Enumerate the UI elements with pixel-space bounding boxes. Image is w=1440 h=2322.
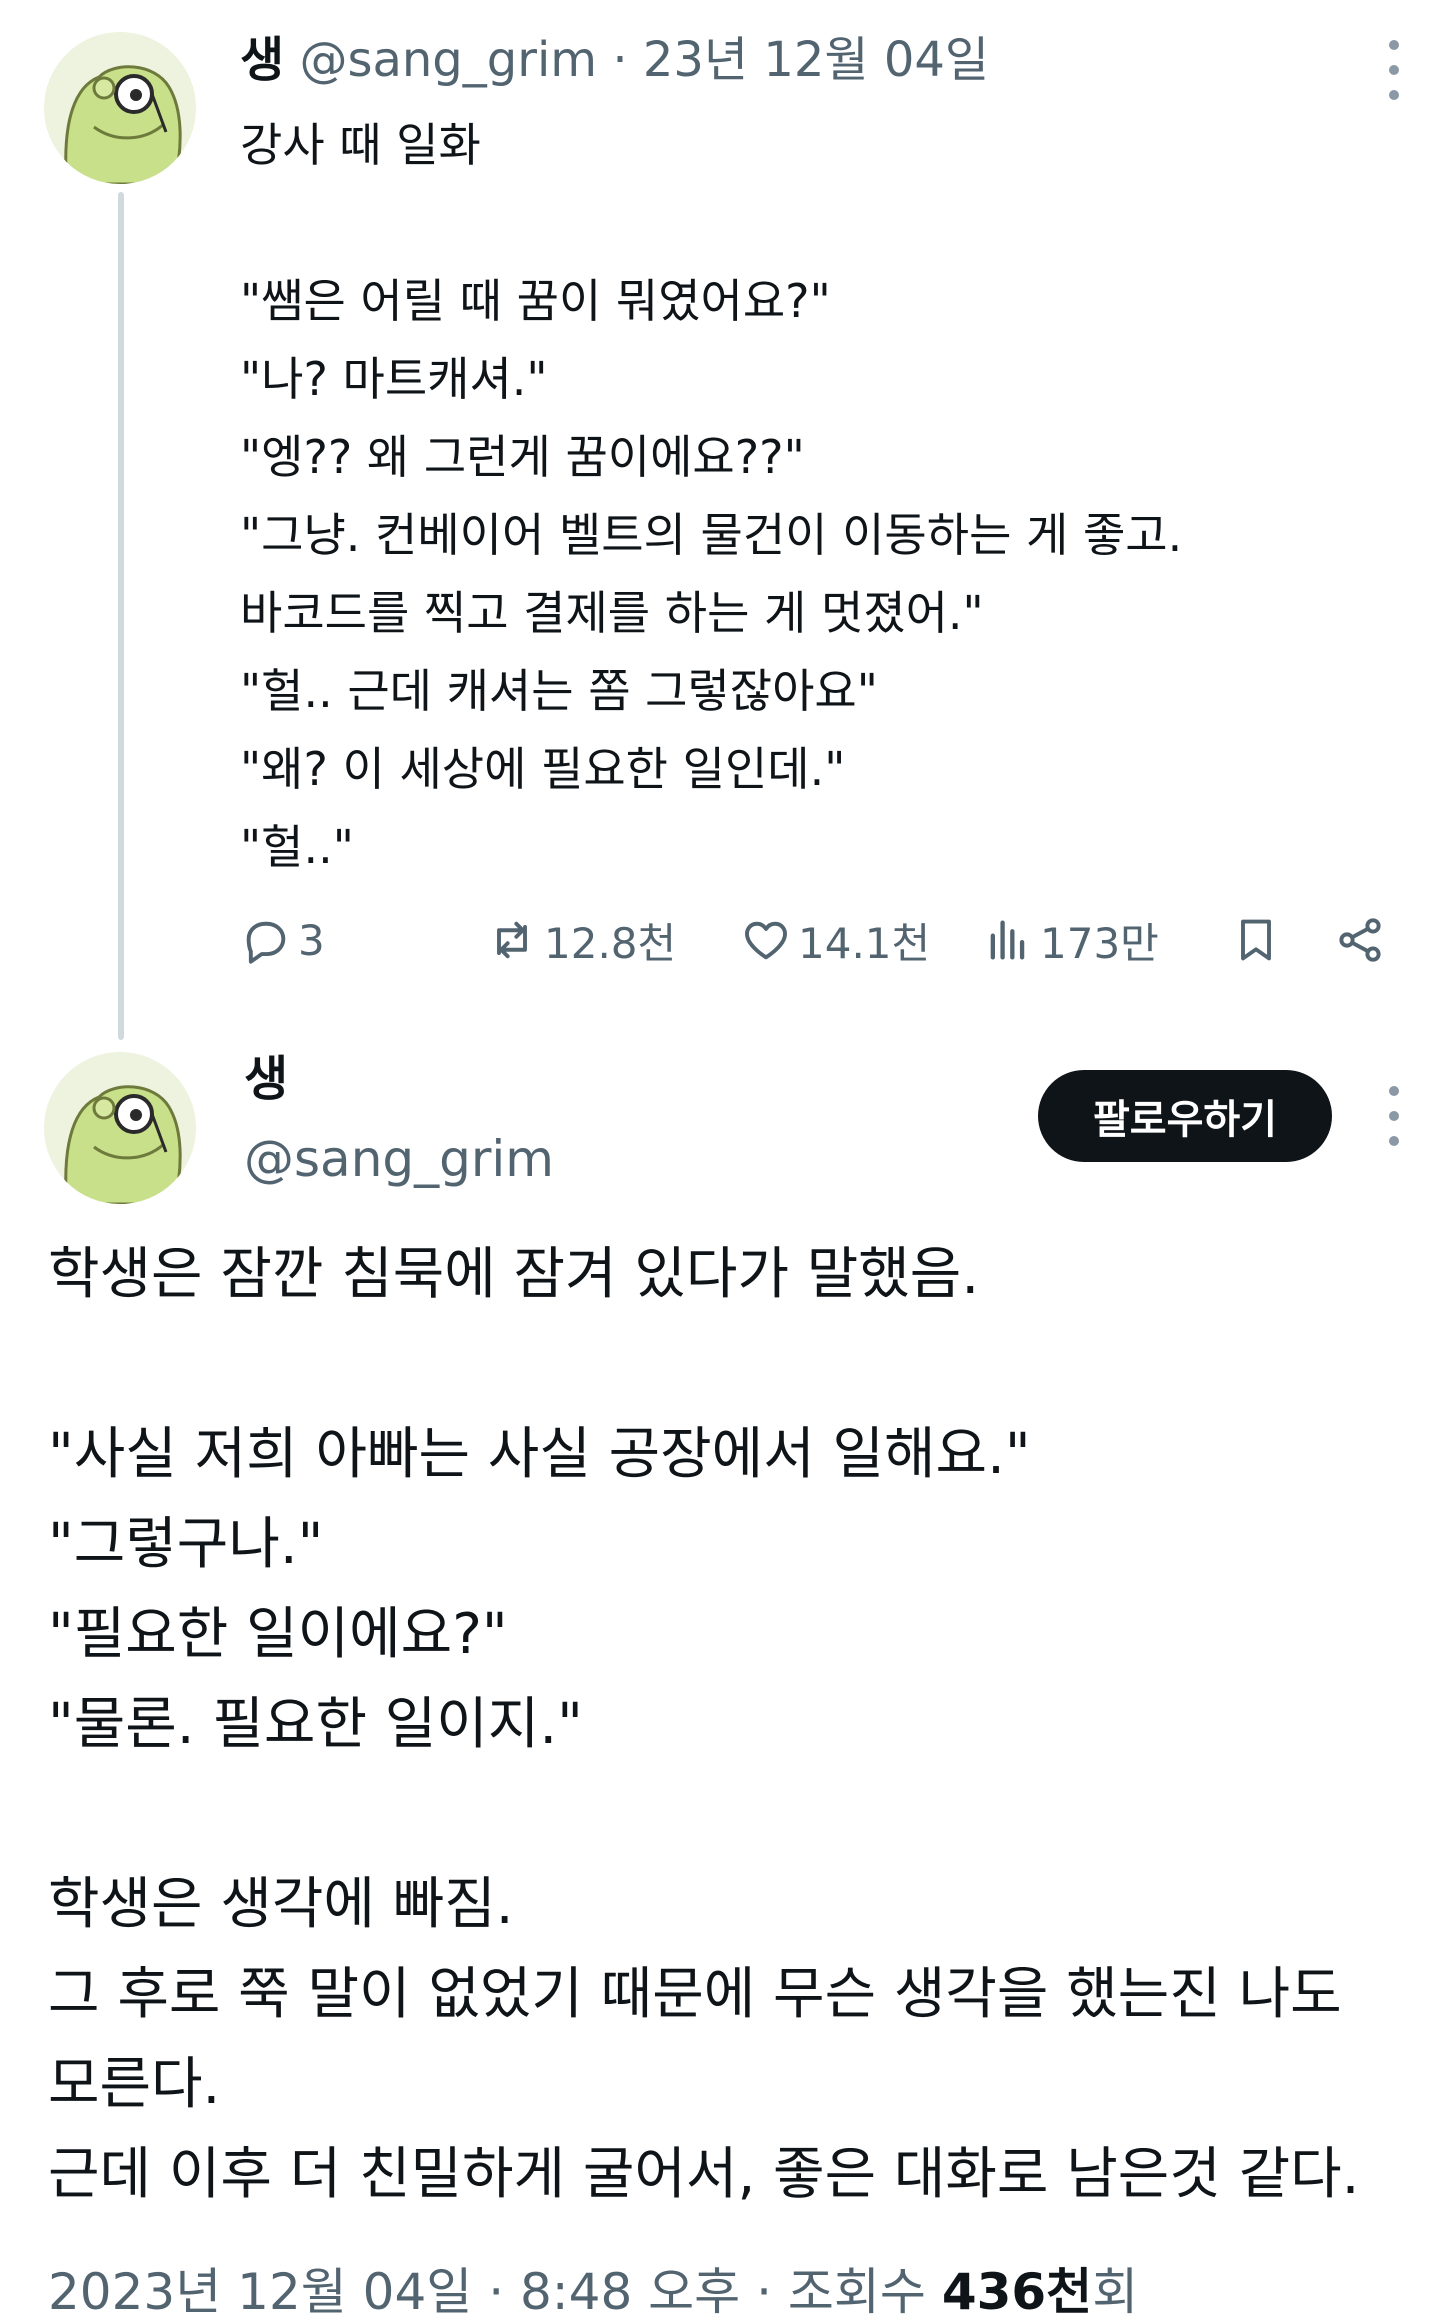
reply-handle[interactable]: @sang_grim	[299, 32, 597, 88]
retweet-count: 12.8천	[544, 918, 677, 968]
frog-avatar-icon	[44, 1052, 196, 1204]
reply-tweet-text: 강사 때 일화 "쌤은 어릴 때 꿈이 뭐였어요?" "나? 마트캐셔." "엥…	[240, 118, 1183, 874]
footer-time[interactable]: 8:48 오후	[520, 2263, 740, 2321]
views-button[interactable]: 173만	[982, 905, 1159, 975]
thread-connector-line	[118, 192, 124, 1040]
like-button[interactable]: 14.1천	[740, 905, 930, 975]
follow-button[interactable]: 팔로우하기	[1038, 1070, 1332, 1162]
reply-header: 생 @sang_grim · 23년 12월 04일	[240, 30, 989, 90]
main-avatar[interactable]	[44, 1052, 196, 1204]
reply-more-icon[interactable]	[1374, 40, 1414, 100]
retweet-icon	[497, 921, 527, 959]
share-icon	[1339, 918, 1381, 962]
main-tweet-text: 학생은 잠깐 침묵에 잠겨 있다가 말했음. "사실 저희 아빠는 사실 공장에…	[48, 1242, 1360, 2207]
retweet-button[interactable]: 12.8천	[486, 905, 676, 975]
reply-action-bar: 3 12.8천 14.1천 173만	[240, 905, 1400, 975]
main-more-icon[interactable]	[1374, 1086, 1414, 1146]
main-handle[interactable]: @sang_grim	[244, 1128, 554, 1190]
separator-dot: ·	[612, 32, 628, 88]
reply-date[interactable]: 23년 12월 04일	[643, 32, 989, 88]
share-button[interactable]	[1334, 905, 1386, 975]
like-count: 14.1천	[798, 918, 931, 968]
footer-date[interactable]: 2023년 12월 04일	[48, 2263, 472, 2321]
frog-avatar-icon	[44, 32, 196, 184]
tweet-footer: 2023년 12월 04일 · 8:48 오후 · 조회수 436천회	[48, 2262, 1138, 2322]
footer-separator: ·	[756, 2263, 772, 2321]
main-author-name[interactable]: 생	[244, 1048, 288, 1110]
views-count: 173만	[1040, 918, 1159, 968]
bookmark-button[interactable]	[1230, 905, 1282, 975]
speech-bubble-icon	[246, 921, 286, 964]
reply-avatar[interactable]	[44, 32, 196, 184]
footer-separator: ·	[488, 2263, 505, 2321]
heart-icon	[745, 921, 787, 960]
footer-views-label: 조회수	[787, 2263, 926, 2321]
bookmark-icon	[1241, 919, 1271, 961]
footer-views-suffix: 회	[1092, 2263, 1139, 2321]
reply-author-name[interactable]: 생	[240, 32, 284, 88]
reply-count: 3	[298, 915, 325, 965]
footer-views-value: 436천	[941, 2263, 1093, 2321]
reply-button[interactable]: 3	[240, 905, 325, 975]
bar-chart-icon	[990, 920, 1025, 960]
